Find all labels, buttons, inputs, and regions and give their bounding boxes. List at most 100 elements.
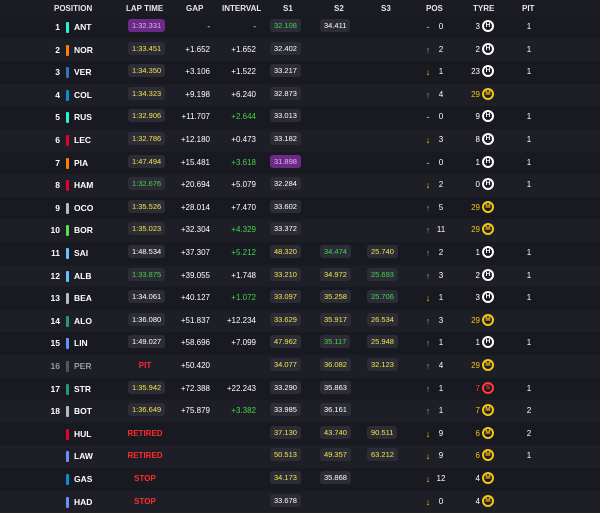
table-row[interactable]: 2 NOR 1:33.451 +1.652 +1.652 32.402 ↑ 2 2 H 1	[0, 38, 600, 62]
header-gap[interactable]: GAP	[186, 4, 203, 13]
team-color-bar	[66, 361, 69, 372]
table-row[interactable]: 7 PIA 1:47.494 +15.481 +3.618 31.898-0 1 H 1	[0, 151, 600, 175]
position-number: 17	[50, 383, 60, 394]
tyre-age: 3	[475, 293, 480, 303]
driver-code[interactable]: HAD	[74, 491, 92, 513]
driver-code[interactable]: LIN	[74, 332, 88, 355]
table-row[interactable]: 1 ANT 1:32.331- -32.108 34.411-0 3 H 1	[0, 16, 600, 39]
driver-code[interactable]: BOT	[74, 400, 92, 423]
interval-value: +5.212	[231, 248, 256, 257]
header-lap-time[interactable]: LAP TIME	[126, 4, 163, 13]
header-s2[interactable]: S2	[334, 4, 344, 13]
position-change-arrow-icon: ↑	[425, 225, 431, 236]
driver-code[interactable]: BOR	[74, 219, 93, 242]
table-row[interactable]: 6 LEC 1:32.786 +12.180 +0.473 33.182 ↓ 3 8 H 1	[0, 129, 600, 152]
driver-code[interactable]: HUL	[74, 423, 91, 446]
lap-time: 1:32.786	[128, 132, 166, 145]
tyre-compound-icon: H	[482, 42, 494, 55]
header-position[interactable]: POSITION	[54, 4, 92, 13]
position-change-arrow-icon: ↓	[425, 451, 431, 462]
sector-3-time: 63.212	[367, 448, 398, 462]
table-row[interactable]: LAW RETIRED 50.513 49.357 63.212 ↓ 9 6 M 1	[0, 445, 600, 468]
driver-code[interactable]: LAW	[74, 445, 93, 468]
sector-3-time-cell: 25.740	[367, 242, 398, 265]
sector-1-time: 32.284	[270, 177, 301, 191]
driver-code[interactable]: STR	[74, 378, 91, 401]
driver-code[interactable]: GAS	[74, 468, 92, 491]
lap-time-cell: 1:32.676	[128, 174, 166, 197]
driver-code[interactable]: OCO	[74, 197, 93, 220]
gap-value: +51.837	[180, 315, 210, 325]
table-row[interactable]: 17 STR 1:35.942 +72.388 +22.243 33.290 35.863 ↑…	[0, 377, 600, 401]
tyre-compound-icon: H	[482, 65, 494, 78]
lap-time: 1:36.649	[128, 403, 166, 417]
table-row[interactable]: 18 BOT 1:36.649 +75.879 +3.382 33.985 36.161 ↑ 1…	[0, 400, 600, 423]
lap-time-cell: 1:48.534	[128, 242, 166, 265]
table-row[interactable]: 13 BEA 1:34.061 +40.127 +1.072 33.097 35.258 25…	[0, 287, 600, 310]
lap-time: 1:36.080	[128, 312, 166, 326]
driver-code[interactable]: ALO	[74, 310, 92, 333]
table-row[interactable]: 14 ALO 1:36.080 +51.837 +12.234 33.629 35.917 2…	[0, 309, 600, 333]
tyre-age: 2	[475, 44, 480, 54]
driver-code[interactable]: SAI	[74, 242, 88, 265]
sector-2-time-cell: 34.411	[320, 16, 351, 39]
header-s3[interactable]: S3	[381, 4, 391, 13]
header-s1[interactable]: S1	[283, 4, 293, 13]
table-row[interactable]: HAD STOP 33.678 ↓ 0 4 M	[0, 490, 600, 513]
position-change-value: 4	[438, 89, 444, 99]
driver-code[interactable]: RUS	[74, 106, 92, 129]
driver-code[interactable]: PIA	[74, 152, 88, 175]
header-interval[interactable]: INTERVAL	[222, 4, 261, 13]
position-change-arrow-icon: -	[426, 22, 430, 32]
driver-code[interactable]: HAM	[74, 174, 93, 197]
driver-code[interactable]: COL	[74, 84, 92, 107]
header-tyre[interactable]: TYRE	[473, 4, 494, 13]
table-row[interactable]: 9 OCO 1:35.526 +28.014 +7.470 33.602 ↑ 5 29 M	[0, 196, 600, 220]
table-row[interactable]: 10 BOR 1:35.023 +32.304 +4.329 33.372 ↑ 11 29 M	[0, 219, 600, 242]
lap-time-cell: 1:49.027	[128, 332, 166, 355]
table-row[interactable]: 16 PER PIT +50.420 34.077 36.082 32.123 ↑ 4 29 M	[0, 355, 600, 378]
sector-1-time: 50.513	[270, 448, 301, 462]
lap-time-cell: 1:36.080	[128, 310, 166, 333]
table-row[interactable]: HUL RETIRED 37.130 43.740 90.511 ↓ 9 6 M 2	[0, 422, 600, 446]
table-row[interactable]: 8 HAM 1:32.676 +20.694 +5.079 32.284 ↓ 2 0 H 1	[0, 174, 600, 197]
driver-code[interactable]: ALB	[74, 265, 91, 288]
driver-code[interactable]: BEA	[74, 287, 92, 310]
header-pos[interactable]: POS	[426, 4, 443, 13]
sector-1-time-cell: 33.985	[270, 400, 301, 423]
sector-2-time: 35.863	[320, 380, 351, 394]
lap-time-cell: 1:36.649	[128, 400, 166, 423]
sector-1-time: 34.077	[270, 358, 301, 371]
position-number: 18	[50, 406, 60, 417]
position-number	[40, 491, 60, 513]
driver-code[interactable]: LEC	[74, 129, 91, 152]
table-row[interactable]: 4 COL 1:34.323 +9.198 +6.240 32.873 ↑ 4 29 M	[0, 83, 600, 107]
sector-2-time-cell: 35.258	[320, 287, 351, 310]
lap-time: 1:34.323	[128, 86, 166, 100]
sector-3-time-cell: 63.212	[367, 445, 398, 468]
sector-1-time: 33.678	[270, 493, 301, 507]
table-row[interactable]: 15 LIN 1:49.027 +58.696 +7.099 47.962 35.117 25…	[0, 332, 600, 355]
position-number: 13	[50, 293, 60, 304]
header-pit[interactable]: PIT	[522, 4, 534, 13]
driver-status: STOP	[134, 496, 156, 506]
interval-value: +0.473	[231, 135, 256, 144]
table-row[interactable]: GAS STOP 34.173 35.868 ↓ 12 4 M	[0, 468, 600, 491]
tyre-age: 4	[475, 474, 480, 483]
position-number: 6	[55, 135, 60, 145]
table-row[interactable]: 11 SAI 1:48.534 +37.307 +5.212 48.320 34.474 25…	[0, 242, 600, 265]
pit-stops: 1	[526, 293, 532, 303]
driver-code[interactable]: NOR	[74, 39, 93, 62]
position-number: 2	[55, 44, 60, 55]
driver-code[interactable]: PER	[74, 355, 91, 378]
position-change-value: 0	[438, 496, 444, 506]
sector-1-time-cell: 32.402	[270, 39, 301, 62]
pit-stops: 1	[526, 180, 532, 190]
driver-code[interactable]: VER	[74, 61, 91, 84]
team-color-bar	[66, 67, 69, 79]
table-row[interactable]: 3 VER 1:34.350 +3.106 +1.522 33.217 ↓ 1 23 H 1	[0, 61, 600, 84]
table-row[interactable]: 12 ALB 1:33.875 +39.055 +1.748 33.210 34.972 25…	[0, 264, 600, 288]
pit-stops: 1	[526, 338, 532, 348]
driver-code[interactable]: ANT	[74, 16, 91, 39]
table-row[interactable]: 5 RUS 1:32.906 +11.707 +2.644 33.013 -0 9 H 1	[0, 106, 600, 129]
